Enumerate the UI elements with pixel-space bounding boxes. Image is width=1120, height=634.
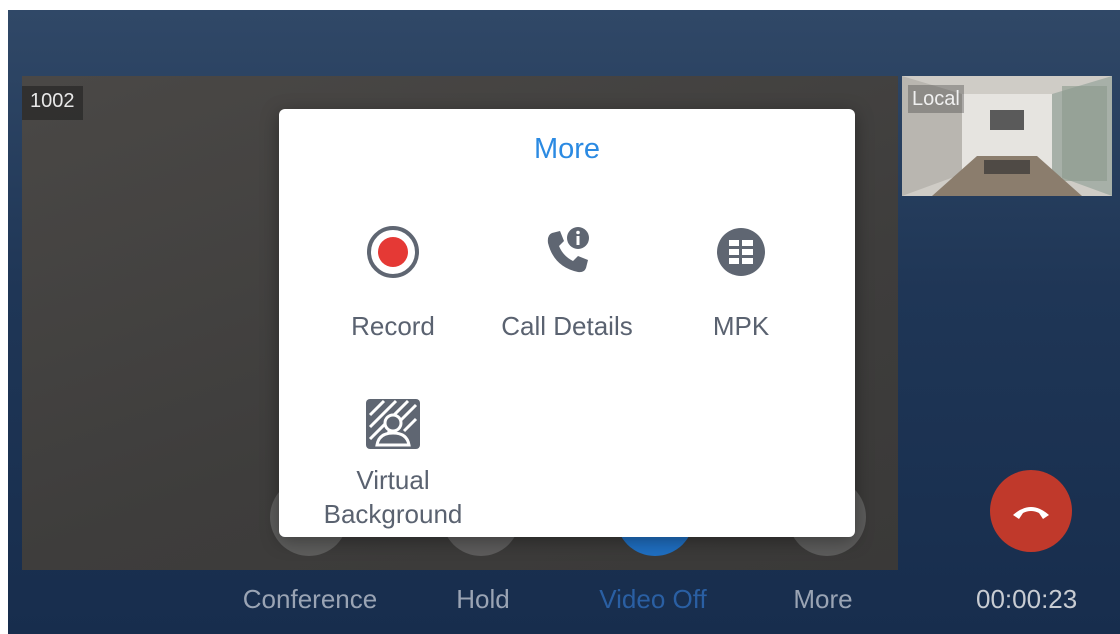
video-off-label: Video Off: [599, 584, 707, 614]
record-label: Record: [351, 311, 435, 341]
end-call-button[interactable]: [990, 470, 1072, 552]
mpk-icon: [717, 228, 765, 276]
mpk-option[interactable]: MPK: [651, 225, 831, 343]
local-video-label: Local: [908, 85, 964, 113]
mpk-label: MPK: [712, 311, 770, 341]
remote-caller-label: 1002: [22, 86, 83, 120]
call-details-icon: [547, 227, 589, 273]
dialog-title: More: [533, 133, 601, 165]
virtual-background-option[interactable]: Virtual Background: [303, 397, 483, 531]
record-icon: [367, 226, 419, 278]
call-details-label: Call Details: [501, 311, 633, 341]
conference-label: Conference: [242, 584, 378, 614]
hangup-icon: [1013, 507, 1049, 519]
record-option[interactable]: Record: [303, 225, 483, 343]
call-timer: 00:00:23: [976, 584, 1078, 614]
call-details-option[interactable]: Call Details: [477, 225, 657, 343]
hold-label: Hold: [456, 584, 510, 614]
more-label: More: [793, 584, 853, 614]
more-dialog: More Record Call Details MPK Virtual Bac…: [279, 109, 855, 537]
virtual-background-icon: [366, 399, 420, 449]
virtual-background-label: Virtual Background: [323, 465, 463, 529]
